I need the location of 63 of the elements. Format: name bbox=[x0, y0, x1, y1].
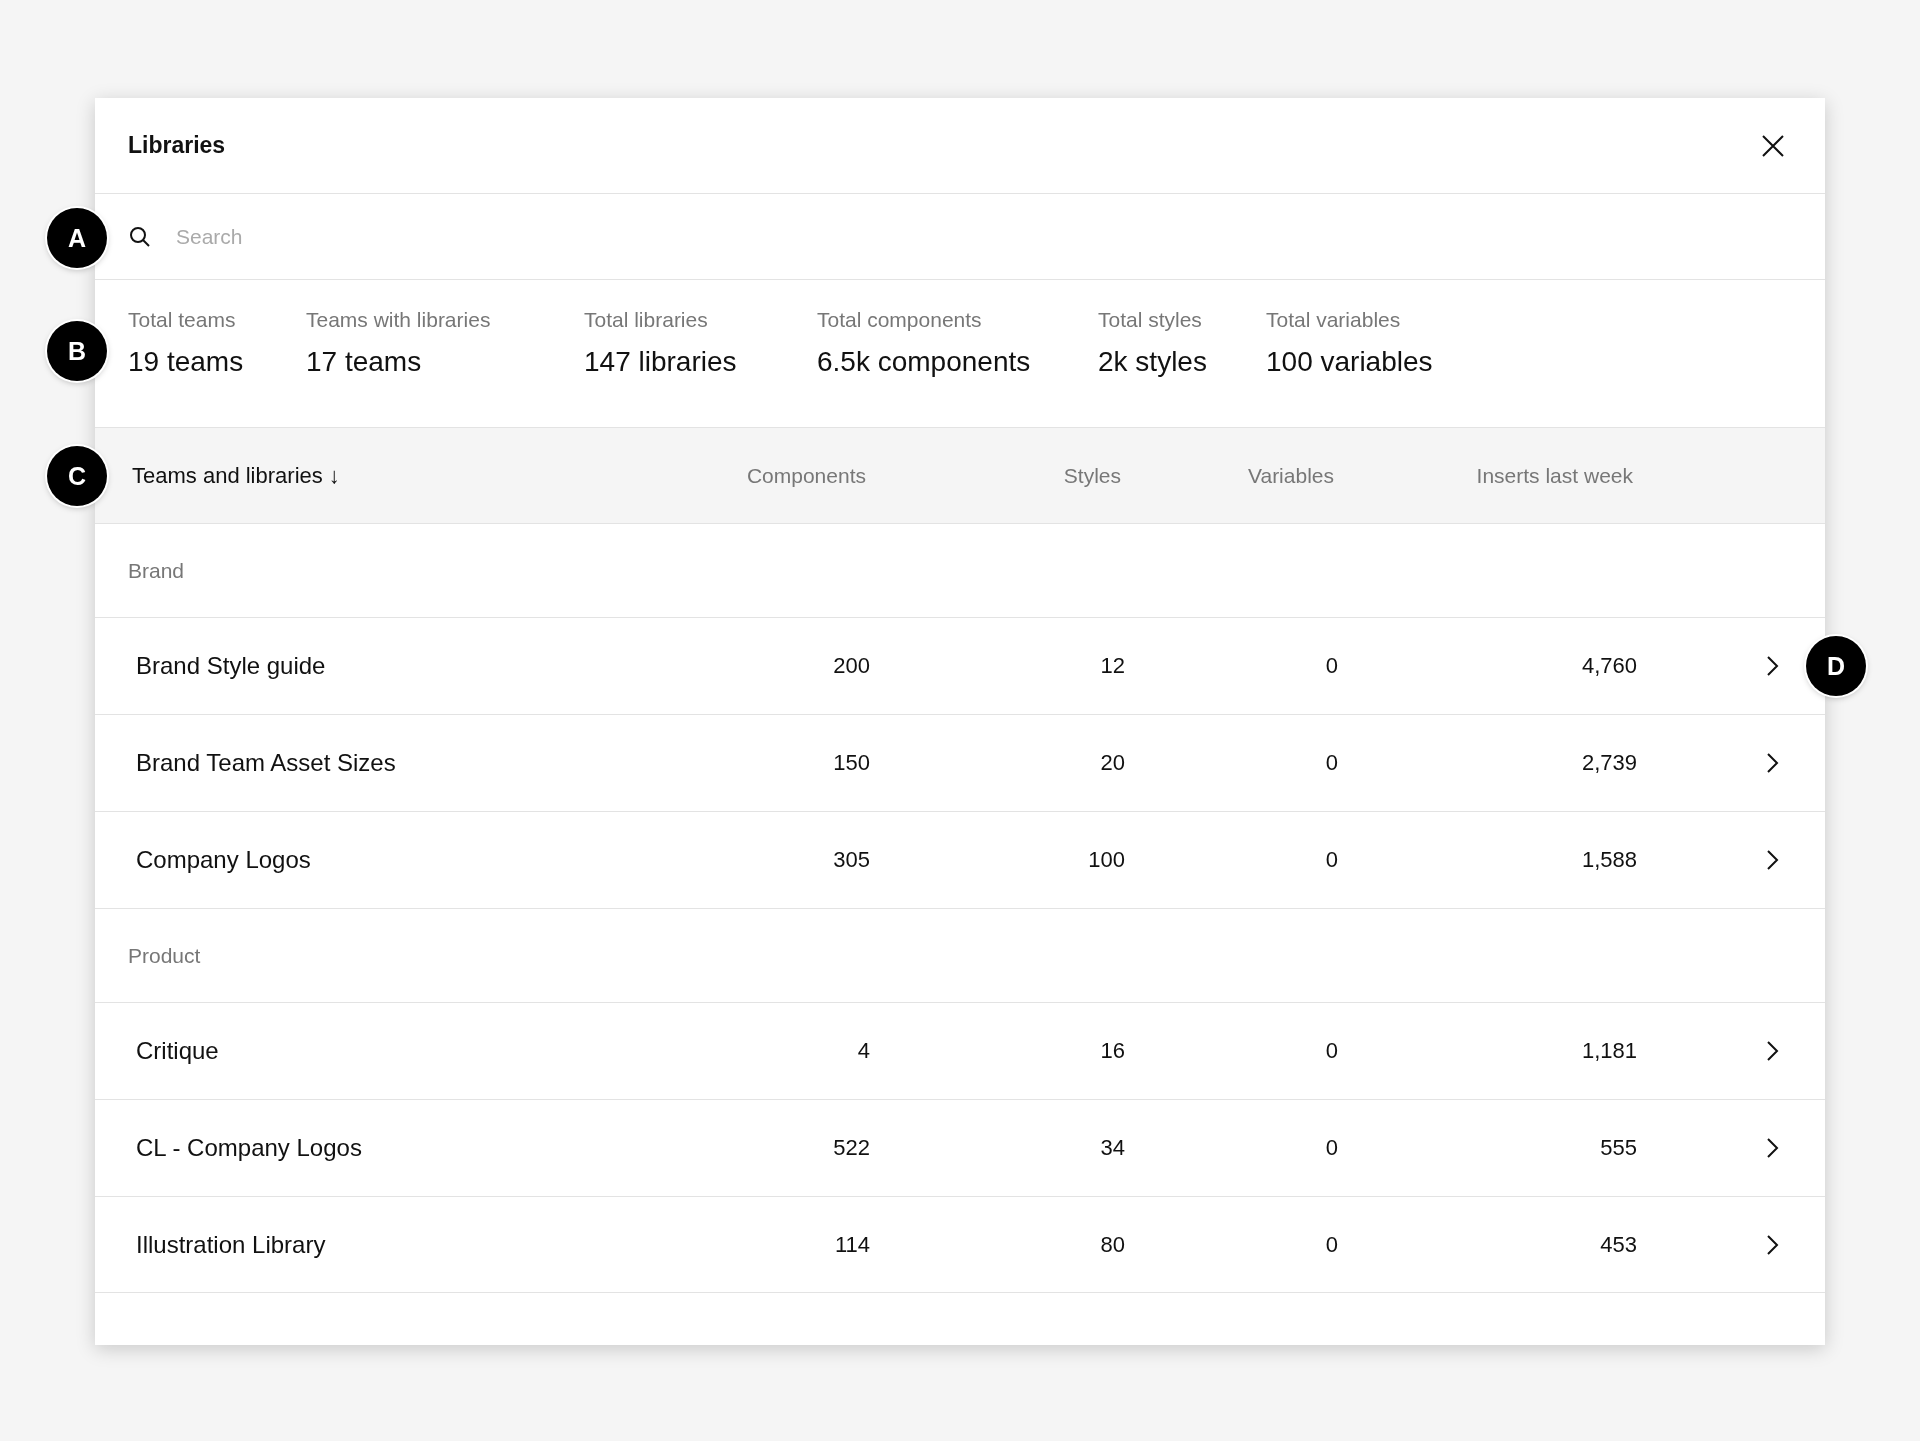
column-header: Components bbox=[745, 463, 866, 488]
column-header: Variables bbox=[1247, 463, 1334, 488]
library-name: CL - Company Logos bbox=[136, 1134, 363, 1162]
stat-value: 147 libraries bbox=[584, 346, 738, 378]
table-cell-text: 0 bbox=[1324, 653, 1338, 679]
chevron-right-icon[interactable] bbox=[1766, 1233, 1780, 1256]
table-cell-text: 34 bbox=[1099, 1135, 1125, 1161]
table-cell-text: 522 bbox=[832, 1135, 870, 1161]
stat-value: 17 teams bbox=[306, 346, 423, 378]
chevron-right-icon[interactable] bbox=[1766, 752, 1780, 774]
library-name: Brand Style guide bbox=[136, 652, 327, 680]
chevron-right-icon[interactable] bbox=[1766, 1137, 1780, 1159]
stat-label: Total styles bbox=[1098, 308, 1203, 332]
table-cell-text: 20 bbox=[1099, 750, 1125, 776]
column-header: Styles bbox=[1062, 463, 1121, 488]
callout-marker: D bbox=[1806, 636, 1866, 696]
table-cell-text: 555 bbox=[1599, 1135, 1637, 1161]
table-cell-text: 1,588 bbox=[1580, 847, 1637, 873]
stat-label: Total libraries bbox=[584, 308, 709, 332]
table-cell-text: 80 bbox=[1099, 1231, 1125, 1258]
column-header: Inserts last week bbox=[1475, 463, 1633, 488]
table-cell-text: 12 bbox=[1099, 653, 1125, 679]
callout-marker: A bbox=[47, 208, 107, 268]
stat-label: Total teams bbox=[128, 308, 237, 332]
search-icon bbox=[128, 224, 152, 249]
library-name: Critique bbox=[136, 1037, 220, 1065]
callout-marker: C bbox=[47, 446, 107, 506]
stat-value: 100 variables bbox=[1266, 346, 1433, 378]
stat-value: 6.5k components bbox=[817, 346, 1032, 378]
table-cell-text: 453 bbox=[1599, 1231, 1637, 1258]
table-cell-text: 2,739 bbox=[1580, 750, 1637, 776]
table-cell-text: 0 bbox=[1324, 847, 1338, 873]
table-cell-text: 0 bbox=[1324, 750, 1338, 776]
stat-value: 19 teams bbox=[128, 346, 245, 378]
sort-header[interactable]: Teams and libraries ↓ bbox=[132, 462, 340, 489]
stat-label: Total variables bbox=[1266, 308, 1402, 332]
group-label: Product bbox=[128, 943, 201, 968]
table-cell-text: 305 bbox=[832, 847, 870, 873]
table-cell-text: 1,181 bbox=[1580, 1038, 1637, 1064]
callout-marker: B bbox=[47, 321, 107, 381]
stat-label: Total components bbox=[817, 308, 983, 332]
table-cell-text: 16 bbox=[1099, 1038, 1125, 1064]
table-cell-text: 150 bbox=[832, 750, 870, 776]
library-name: Company Logos bbox=[136, 846, 312, 874]
table-cell-text: 0 bbox=[1324, 1135, 1338, 1161]
table-cell-text: 0 bbox=[1324, 1231, 1338, 1258]
table-cell-text: 100 bbox=[1087, 847, 1125, 873]
table-cell-text: 200 bbox=[832, 653, 870, 679]
library-name: Brand Team Asset Sizes bbox=[136, 749, 397, 777]
library-name: Illustration Library bbox=[136, 1230, 327, 1259]
stat-value: 2k styles bbox=[1098, 346, 1208, 378]
search-field[interactable]: Search bbox=[174, 223, 778, 250]
table-cell-text: 4,760 bbox=[1580, 653, 1637, 679]
stat-label: Teams with libraries bbox=[306, 308, 492, 332]
table-cell-text: 4 bbox=[856, 1038, 870, 1064]
chevron-right-icon[interactable] bbox=[1766, 655, 1780, 677]
table-cell-text: 114 bbox=[833, 1231, 870, 1258]
dialog-title: Libraries bbox=[128, 132, 226, 159]
table-cell-text: 0 bbox=[1324, 1038, 1338, 1064]
close-icon[interactable] bbox=[1761, 133, 1785, 158]
group-label: Brand bbox=[128, 558, 185, 583]
chevron-right-icon[interactable] bbox=[1766, 1040, 1780, 1062]
chevron-right-icon[interactable] bbox=[1766, 849, 1780, 871]
